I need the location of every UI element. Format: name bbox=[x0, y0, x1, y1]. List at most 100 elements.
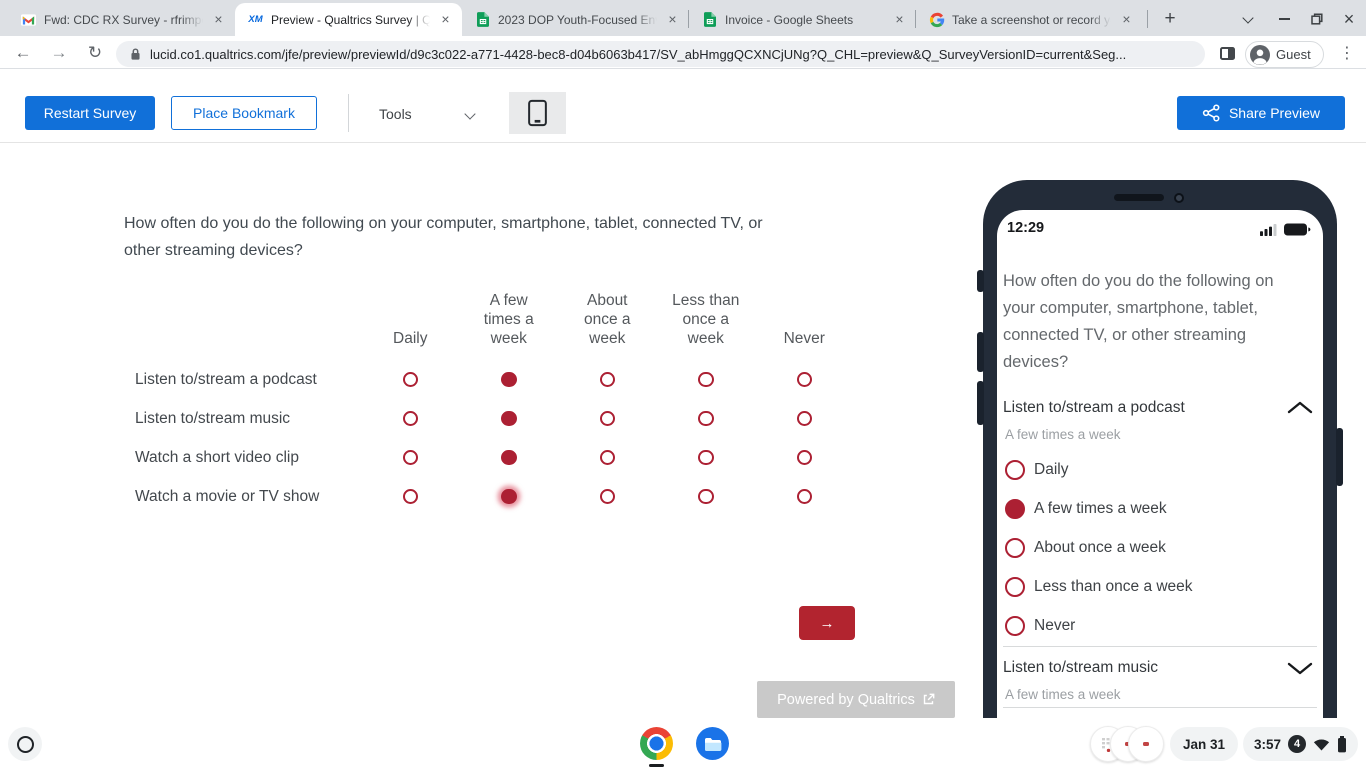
tab-close-icon[interactable]: × bbox=[210, 11, 227, 28]
lock-icon bbox=[130, 47, 141, 61]
radio-button[interactable] bbox=[1005, 460, 1025, 480]
radio-button[interactable] bbox=[698, 489, 714, 505]
radio-button[interactable] bbox=[698, 372, 714, 388]
divider bbox=[1003, 646, 1317, 647]
tab-strip: Fwd: CDC RX Survey - rfrimpor × XM Previ… bbox=[0, 0, 1366, 36]
tab-qualtrics-preview[interactable]: XM Preview - Qualtrics Survey | Qu × bbox=[235, 3, 462, 36]
window-close-button[interactable]: × bbox=[1339, 9, 1359, 29]
back-icon[interactable]: ← bbox=[12, 42, 34, 64]
folder-icon bbox=[704, 737, 722, 751]
external-link-icon bbox=[922, 693, 935, 706]
radio-button[interactable] bbox=[797, 450, 813, 466]
radio-button[interactable] bbox=[501, 411, 517, 427]
radio-button[interactable] bbox=[403, 489, 419, 505]
url-text: lucid.co1.qualtrics.com/jfe/preview/prev… bbox=[150, 47, 1126, 62]
side-panel-icon[interactable] bbox=[1216, 42, 1238, 64]
accordion-title-podcast[interactable]: Listen to/stream a podcast bbox=[1003, 399, 1253, 417]
radio-button[interactable] bbox=[600, 372, 616, 388]
chevron-down-icon[interactable] bbox=[1287, 662, 1313, 675]
place-bookmark-button[interactable]: Place Bookmark bbox=[171, 96, 317, 130]
phone-side-button bbox=[977, 270, 984, 292]
phone-status-time: 12:29 bbox=[1007, 220, 1044, 236]
status-tray[interactable]: 3:57 4 bbox=[1243, 727, 1358, 761]
address-bar[interactable]: lucid.co1.qualtrics.com/jfe/preview/prev… bbox=[116, 41, 1205, 67]
tab-google-search[interactable]: Take a screenshot or record yo × bbox=[916, 3, 1143, 36]
chevron-up-icon[interactable] bbox=[1287, 401, 1313, 414]
powered-by-label: Powered by Qualtrics bbox=[777, 692, 915, 708]
profile-button[interactable]: Guest bbox=[1245, 41, 1324, 68]
radio-button[interactable] bbox=[403, 372, 419, 388]
chromeos-screen: Fwd: CDC RX Survey - rfrimpor × XM Previ… bbox=[0, 0, 1366, 768]
tools-dropdown[interactable]: Tools bbox=[379, 106, 412, 122]
launcher-button[interactable] bbox=[8, 727, 42, 761]
radio-button[interactable] bbox=[1005, 538, 1025, 558]
forward-icon[interactable]: → bbox=[48, 42, 70, 64]
radio-button[interactable] bbox=[698, 411, 714, 427]
accordion-subtitle: A few times a week bbox=[1005, 687, 1121, 702]
phone-option[interactable]: About once a week bbox=[1005, 528, 1305, 567]
tab-sheets-dop[interactable]: 2023 DOP Youth-Focused Envi × bbox=[462, 3, 689, 36]
phone-question-text: How often do you do the following on you… bbox=[1003, 268, 1303, 376]
radio-button[interactable] bbox=[797, 489, 813, 505]
next-button[interactable]: → bbox=[799, 606, 855, 640]
radio-button[interactable] bbox=[403, 411, 419, 427]
notification-count-badge: 4 bbox=[1288, 735, 1306, 753]
mobile-view-toggle-button[interactable] bbox=[509, 92, 566, 134]
tab-separator bbox=[1147, 10, 1148, 28]
cellular-signal-icon bbox=[1260, 224, 1278, 236]
phone-volume-up-button bbox=[977, 332, 984, 372]
tab-close-icon[interactable]: × bbox=[891, 11, 908, 28]
phone-option[interactable]: Never bbox=[1005, 606, 1305, 645]
tab-search-chevron-icon[interactable] bbox=[1238, 9, 1258, 29]
browser-menu-icon[interactable]: ⋮ bbox=[1336, 42, 1358, 64]
powered-by-qualtrics-link[interactable]: Powered by Qualtrics bbox=[757, 681, 955, 718]
radio-button[interactable] bbox=[403, 450, 419, 466]
radio-button[interactable] bbox=[797, 372, 813, 388]
tab-title: Invoice - Google Sheets bbox=[725, 13, 884, 27]
mobile-phone-icon bbox=[528, 99, 547, 127]
radio-button[interactable] bbox=[501, 450, 517, 466]
matrix-row: Listen to/stream music bbox=[135, 399, 854, 438]
accordion-title-music[interactable]: Listen to/stream music bbox=[1003, 659, 1253, 677]
divider bbox=[1003, 707, 1317, 708]
radio-button[interactable] bbox=[1005, 499, 1025, 519]
row-label: Watch a short video clip bbox=[135, 449, 361, 467]
tab-sheets-invoice[interactable]: Invoice - Google Sheets × bbox=[689, 3, 916, 36]
radio-button[interactable] bbox=[600, 489, 616, 505]
radio-button[interactable] bbox=[797, 411, 813, 427]
radio-button[interactable] bbox=[1005, 616, 1025, 636]
restart-survey-button[interactable]: Restart Survey bbox=[25, 96, 155, 130]
column-header: Never bbox=[755, 329, 854, 348]
tab-gmail[interactable]: Fwd: CDC RX Survey - rfrimpor × bbox=[8, 3, 235, 36]
share-preview-button[interactable]: Share Preview bbox=[1177, 96, 1345, 130]
new-tab-button[interactable]: + bbox=[1160, 9, 1180, 29]
radio-button[interactable] bbox=[698, 450, 714, 466]
window-minimize-button[interactable] bbox=[1274, 9, 1294, 29]
phone-option[interactable]: A few times a week bbox=[1005, 489, 1305, 528]
radio-button[interactable] bbox=[1005, 577, 1025, 597]
tab-close-icon[interactable]: × bbox=[437, 11, 454, 28]
radio-button[interactable] bbox=[600, 450, 616, 466]
radio-button[interactable] bbox=[501, 372, 517, 388]
phone-camera bbox=[1174, 193, 1184, 203]
survey-preview-page: Restart Survey Place Bookmark Tools Shar… bbox=[0, 69, 1366, 718]
files-app-icon[interactable] bbox=[696, 727, 729, 760]
google-icon bbox=[928, 11, 945, 28]
qualtrics-xm-icon: XM bbox=[247, 11, 264, 28]
window-restore-button[interactable] bbox=[1307, 9, 1327, 29]
phone-power-button bbox=[1336, 428, 1343, 486]
radio-button[interactable] bbox=[501, 489, 517, 505]
chrome-app-icon[interactable] bbox=[640, 727, 673, 760]
tab-close-icon[interactable]: × bbox=[664, 11, 681, 28]
notification-icon[interactable] bbox=[1128, 726, 1164, 762]
radio-button[interactable] bbox=[600, 411, 616, 427]
wifi-icon bbox=[1313, 738, 1330, 751]
tab-close-icon[interactable]: × bbox=[1118, 11, 1135, 28]
reload-icon[interactable]: ↻ bbox=[84, 42, 106, 64]
avatar-icon bbox=[1250, 45, 1270, 65]
date-pill[interactable]: Jan 31 bbox=[1170, 727, 1238, 761]
phone-option[interactable]: Daily bbox=[1005, 450, 1305, 489]
phone-option[interactable]: Less than once a week bbox=[1005, 567, 1305, 606]
tools-chevron-icon[interactable] bbox=[464, 108, 475, 119]
google-sheets-icon bbox=[474, 11, 491, 28]
